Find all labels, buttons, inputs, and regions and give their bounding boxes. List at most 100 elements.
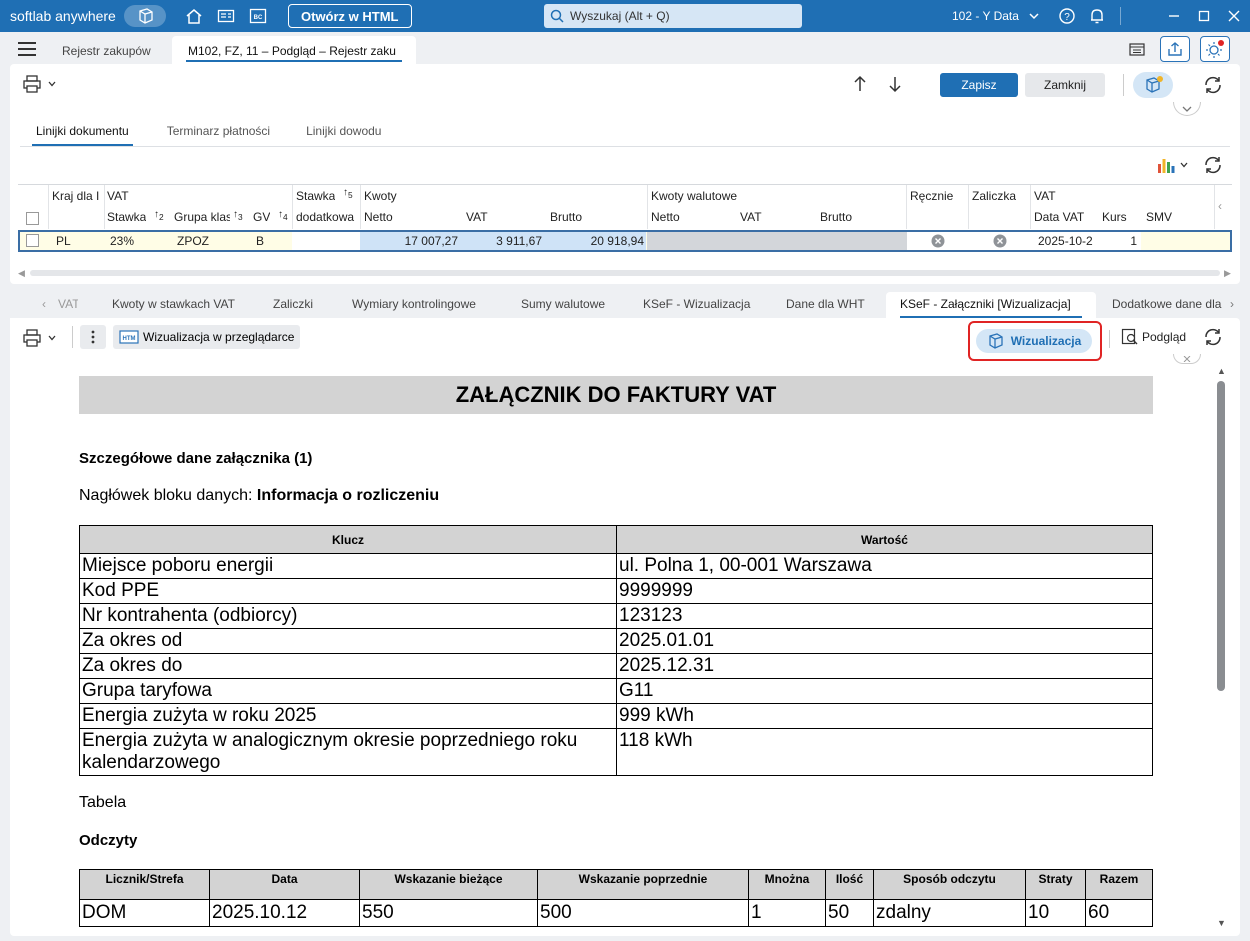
cell-brutto[interactable]: 20 918,94 xyxy=(544,232,644,250)
share-icon[interactable] xyxy=(1160,36,1190,62)
scroll-left-icon[interactable]: ‹ xyxy=(1218,199,1222,213)
header-kurs[interactable]: Kurs xyxy=(1102,210,1127,224)
header-data-vat[interactable]: Data VAT xyxy=(1034,210,1084,224)
header-recznie[interactable]: Ręcznie xyxy=(910,189,953,203)
close-icon[interactable] xyxy=(1218,0,1250,32)
maximize-icon[interactable] xyxy=(1188,0,1220,32)
horizontal-scrollbar[interactable] xyxy=(30,270,1220,276)
podglad-button[interactable]: Podgląd xyxy=(1121,328,1186,346)
scroll-right-arrow-icon[interactable]: ▶ xyxy=(1224,268,1231,279)
sun-notification-icon[interactable] xyxy=(1200,36,1230,62)
collapse-toggle[interactable] xyxy=(1173,354,1201,364)
scroll-up-icon[interactable]: ▲ xyxy=(1217,366,1226,376)
section-heading: Szczegółowe dane załącznika (1) xyxy=(79,450,313,467)
header-netto[interactable]: Netto xyxy=(364,210,393,224)
scroll-down-icon[interactable]: ▼ xyxy=(1217,918,1226,928)
more-options-button[interactable] xyxy=(80,325,106,349)
arrow-down-icon[interactable] xyxy=(888,75,902,96)
tab-podglad[interactable]: M102, FZ, 11 – Podgląd – Rejestr zaku xyxy=(172,36,416,66)
visualization-toggle[interactable] xyxy=(1133,72,1173,98)
table-row[interactable]: PL 23% ZPOZ B 17 007,27 3 911,67 20 918,… xyxy=(18,230,1232,252)
subtab-linijki-dokumentu[interactable]: Linijki dokumentu xyxy=(32,116,133,146)
header-smv[interactable]: SMV xyxy=(1146,210,1172,224)
header-vat-wal[interactable]: VAT xyxy=(740,210,762,224)
kv-value: 999 kWh xyxy=(616,703,1153,729)
tabela-label: Tabela xyxy=(79,794,127,811)
kv-key: Energia zużyta w analogicznym okresie po… xyxy=(79,728,617,776)
cell-vat[interactable]: 3 911,67 xyxy=(460,232,542,250)
tab-ksef-zalaczniki[interactable]: KSeF - Załączniki [Wizualizacja] xyxy=(886,292,1096,318)
recznie-clear-icon[interactable] xyxy=(931,234,945,252)
chart-menu[interactable] xyxy=(1156,156,1188,174)
file-list-icon[interactable] xyxy=(1122,36,1152,62)
tab-vat[interactable]: VAT xyxy=(58,292,78,318)
tab-zaliczki[interactable]: Zaliczki xyxy=(273,292,313,318)
header-zaliczka[interactable]: Zaliczka xyxy=(972,189,1016,203)
subtab-linijki-dowodu[interactable]: Linijki dowodu xyxy=(306,116,381,146)
vertical-scrollbar[interactable]: ▲ ▼ xyxy=(1217,366,1226,928)
scrollbar-thumb[interactable] xyxy=(1217,381,1225,691)
header-netto-wal[interactable]: Netto xyxy=(651,210,680,224)
menu-icon[interactable] xyxy=(18,42,36,56)
collapse-toggle[interactable] xyxy=(1173,102,1201,116)
select-all-checkbox[interactable] xyxy=(26,212,39,225)
company-selector[interactable]: 102 - Y Data xyxy=(952,0,1039,32)
tab-dane-dla-wht[interactable]: Dane dla WHT xyxy=(786,292,865,318)
browser-visualization-button[interactable]: HTM Wizualizacja w przeglądarce xyxy=(113,325,301,349)
svg-text:HTM: HTM xyxy=(123,336,136,342)
cell-kurs[interactable]: 1 xyxy=(1097,232,1137,250)
cell-gv[interactable]: B xyxy=(256,232,264,250)
scroll-left-arrow-icon[interactable]: ◀ xyxy=(18,268,25,279)
header-dodatkowa[interactable]: dodatkowa xyxy=(296,210,359,224)
tab-rejestr-zakupow[interactable]: Rejestr zakupów xyxy=(46,36,167,66)
document-title: ZAŁĄCZNIK DO FAKTURY VAT xyxy=(79,376,1153,414)
header-brutto[interactable]: Brutto xyxy=(550,210,582,224)
refresh-icon[interactable] xyxy=(1202,74,1224,99)
tab-kwoty-w-stawkach[interactable]: Kwoty w stawkach VAT xyxy=(112,292,235,318)
cell-netto[interactable]: 17 007,27 xyxy=(360,232,458,250)
header-stawka[interactable]: Stawka xyxy=(107,210,146,224)
news-icon[interactable] xyxy=(210,0,242,32)
open-html-button[interactable]: Otwórz w HTML xyxy=(288,4,412,28)
close-button[interactable]: Zamknij xyxy=(1025,73,1105,97)
bc-icon[interactable]: BC xyxy=(242,0,274,32)
cell-grupa[interactable]: ZPOZ xyxy=(177,232,209,250)
wizualizacja-button[interactable]: Wizualizacja xyxy=(976,329,1092,353)
column-header-wartosc: Wartość xyxy=(616,525,1153,554)
cell-stawka[interactable]: 23% xyxy=(110,232,134,250)
tab-label: Rejestr zakupów xyxy=(62,44,151,58)
cell-kraj[interactable]: PL xyxy=(56,232,71,250)
print-menu[interactable] xyxy=(22,74,56,94)
tab-sumy-walutowe[interactable]: Sumy walutowe xyxy=(521,292,605,318)
tabs-scroll-left-icon[interactable]: ‹ xyxy=(42,292,46,318)
header-brutto-wal[interactable]: Brutto xyxy=(820,210,852,224)
grid-refresh-icon[interactable] xyxy=(1202,154,1224,179)
save-button[interactable]: Zapisz xyxy=(940,73,1018,97)
print-menu-2[interactable] xyxy=(22,328,56,348)
kv-value: ul. Polna 1, 00-001 Warszawa xyxy=(616,553,1153,579)
header-kraj[interactable]: Kraj dla I xyxy=(52,189,102,203)
tab-wymiary-kontrolingowe[interactable]: Wymiary kontrolingowe xyxy=(352,292,476,318)
cell-dodatkowa[interactable] xyxy=(292,232,360,250)
podglad-label: Podgląd xyxy=(1142,330,1187,344)
kv-key: Miejsce poboru energii xyxy=(79,553,617,579)
header-vat[interactable]: VAT xyxy=(466,210,488,224)
row-checkbox[interactable] xyxy=(26,234,39,247)
cell: 10 xyxy=(1025,899,1086,927)
arrow-up-icon[interactable] xyxy=(853,75,867,96)
header-gv[interactable]: GV xyxy=(253,210,270,224)
home-icon[interactable] xyxy=(178,0,210,32)
cube-toggle-icon[interactable] xyxy=(124,5,166,27)
tab-dodatkowe-dane[interactable]: Dodatkowe dane dla xyxy=(1112,292,1222,318)
cell-data-vat[interactable]: 2025-10-2 xyxy=(1038,232,1096,250)
header-grupa-klas[interactable]: Grupa klas xyxy=(174,210,230,224)
panel-refresh-icon[interactable] xyxy=(1202,326,1224,351)
minimize-icon[interactable] xyxy=(1158,0,1190,32)
tab-ksef-wizualizacja[interactable]: KSeF - Wizualizacja xyxy=(643,292,750,318)
help-icon[interactable]: ? xyxy=(1051,0,1083,32)
zaliczka-clear-icon[interactable] xyxy=(993,234,1007,252)
subtab-terminarz-platnosci[interactable]: Terminarz płatności xyxy=(167,116,270,146)
bell-icon[interactable] xyxy=(1081,0,1113,32)
tabs-scroll-right-icon[interactable]: › xyxy=(1230,292,1234,318)
search-input[interactable]: Wyszukaj (Alt + Q) xyxy=(544,4,802,28)
